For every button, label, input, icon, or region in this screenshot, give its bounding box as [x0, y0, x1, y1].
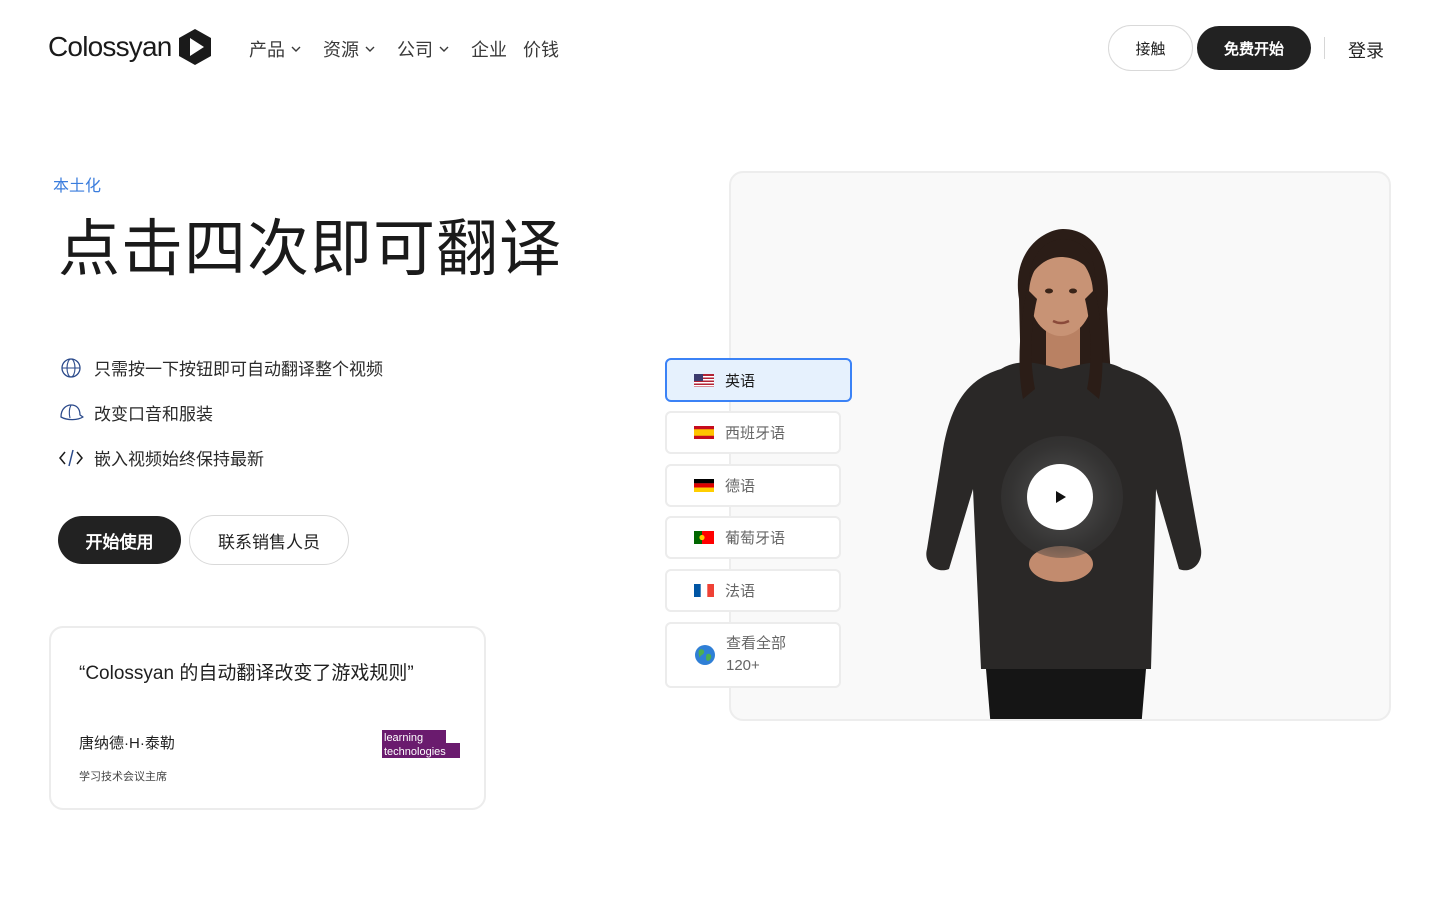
nav-label: 企业	[471, 40, 507, 60]
nav-label: 产品	[249, 40, 285, 60]
spain-flag-icon	[694, 426, 714, 439]
view-all-text: 查看全部 120+	[726, 633, 786, 677]
language-option-english[interactable]: 英语	[665, 358, 852, 402]
login-link[interactable]: 登录	[1348, 37, 1384, 63]
feature-item: 嵌入视频始终保持最新	[58, 444, 383, 471]
site-header: Colossyan 产品 资源 公司 企业 价钱 接触 免费开始 登录	[0, 0, 1440, 96]
play-button[interactable]	[1027, 464, 1093, 530]
chevron-down-icon	[365, 46, 375, 52]
section-eyebrow: 本土化	[53, 178, 102, 195]
chevron-down-icon	[439, 46, 449, 52]
lt-logo-line2: technologies	[384, 746, 446, 758]
feature-item: 改变口音和服装	[58, 399, 383, 426]
nav-label: 价钱	[523, 40, 559, 60]
get-started-button[interactable]: 开始使用	[58, 516, 181, 564]
learning-technologies-logo: learning technologies	[382, 730, 460, 758]
cap-icon	[58, 400, 84, 426]
testimonial-role: 学习技术会议主席	[79, 771, 167, 783]
lt-logo-line1: learning	[384, 732, 423, 744]
testimonial-quote: “Colossyan 的自动翻译改变了游戏规则”	[79, 663, 414, 684]
view-all-languages-button[interactable]: 查看全部 120+	[665, 622, 841, 688]
header-divider	[1324, 37, 1325, 59]
feature-text: 嵌入视频始终保持最新	[94, 450, 264, 469]
logo-text: Colossyan	[48, 31, 172, 62]
nav-item-products[interactable]: 产品	[249, 36, 301, 62]
testimonial-card: “Colossyan 的自动翻译改变了游戏规则” 唐纳德·H·泰勒 学习技术会议…	[49, 626, 486, 810]
free-start-button[interactable]: 免费开始	[1197, 26, 1311, 70]
language-option-german[interactable]: 德语	[665, 464, 841, 507]
nav-item-pricing[interactable]: 价钱	[523, 36, 559, 62]
nav-label: 资源	[323, 40, 359, 60]
language-option-portuguese[interactable]: 葡萄牙语	[665, 516, 841, 559]
earth-globe-icon	[695, 645, 715, 665]
language-option-spanish[interactable]: 西班牙语	[665, 411, 841, 454]
language-option-french[interactable]: 法语	[665, 569, 841, 612]
code-icon	[58, 445, 84, 471]
globe-icon	[58, 355, 84, 381]
logo-play-mark-icon	[178, 29, 211, 65]
testimonial-author: 唐纳德·H·泰勒	[79, 735, 175, 752]
feature-item: 只需按一下按钮即可自动翻译整个视频	[58, 354, 383, 381]
view-all-label: 查看全部	[726, 635, 787, 652]
language-label: 英语	[725, 372, 756, 390]
language-label: 德语	[725, 478, 756, 495]
language-label: 葡萄牙语	[725, 530, 786, 547]
feature-text: 只需按一下按钮即可自动翻译整个视频	[94, 360, 383, 379]
play-icon	[1056, 491, 1066, 503]
contact-sales-button[interactable]: 联系销售人员	[189, 515, 349, 565]
chevron-down-icon	[291, 46, 301, 52]
nav-label: 公司	[397, 40, 433, 60]
germany-flag-icon	[694, 479, 714, 492]
portugal-flag-icon	[694, 531, 714, 544]
us-flag-icon	[694, 373, 714, 387]
feature-text: 改变口音和服装	[94, 405, 213, 424]
france-flag-icon	[694, 584, 714, 597]
nav-item-resources[interactable]: 资源	[323, 36, 375, 62]
feature-list: 只需按一下按钮即可自动翻译整个视频 改变口音和服装 嵌入视频始终保持最新	[58, 354, 383, 489]
contact-button[interactable]: 接触	[1108, 25, 1193, 71]
hero-headline: 点击四次即可翻译	[58, 212, 563, 285]
nav-item-enterprise[interactable]: 企业	[471, 36, 507, 62]
language-label: 西班牙语	[725, 425, 786, 442]
language-label: 法语	[725, 583, 756, 600]
main-nav: 产品 资源 公司 企业 价钱	[249, 36, 575, 62]
nav-item-company[interactable]: 公司	[397, 36, 449, 62]
colossyan-logo[interactable]: Colossyan	[48, 28, 212, 66]
language-count: 120+	[726, 657, 760, 674]
